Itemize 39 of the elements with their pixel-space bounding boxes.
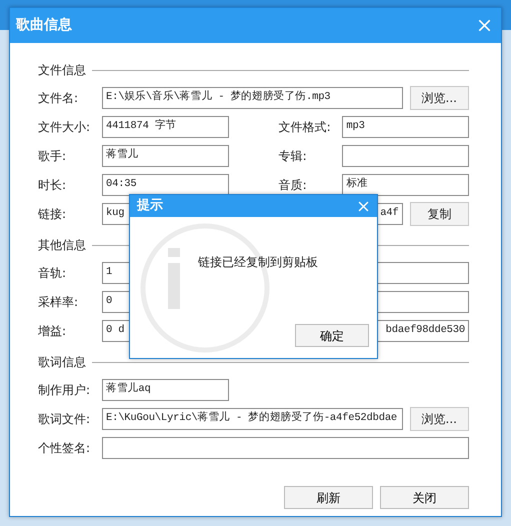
input-field[interactable] bbox=[342, 144, 469, 166]
field-label: 文件大小: bbox=[38, 118, 92, 136]
field-label: 制作用户: bbox=[38, 382, 92, 398]
field-label: 链接: bbox=[38, 206, 68, 222]
field-label: 增益: bbox=[38, 322, 68, 340]
info-icon bbox=[140, 223, 270, 353]
field-label: 音质: bbox=[278, 176, 308, 194]
field-label: 专辑: bbox=[278, 148, 308, 164]
close-icon[interactable] bbox=[478, 19, 491, 32]
dialog-title: 提示 bbox=[137, 197, 163, 216]
close-icon[interactable] bbox=[358, 200, 369, 212]
section-heading: 其他信息 bbox=[38, 237, 86, 254]
input-field[interactable]: 4411874 字节 bbox=[102, 116, 229, 138]
dialog-button[interactable]: 关闭 bbox=[380, 486, 469, 509]
section-heading: 歌词信息 bbox=[38, 354, 86, 371]
input-field[interactable]: 蒋雪儿aq bbox=[102, 378, 229, 400]
input-field[interactable]: 04:35 bbox=[102, 174, 229, 196]
field-label: 歌手: bbox=[38, 148, 68, 164]
browse-button[interactable]: 浏览... bbox=[410, 86, 469, 110]
field-label: 文件格式: bbox=[278, 118, 332, 136]
input-field[interactable]: mp3 bbox=[342, 116, 469, 138]
field-label: 文件名: bbox=[38, 90, 80, 106]
input-field[interactable]: E:\KuGou\Lyric\蒋雪儿 - 梦的翅膀受了伤-a4fe52dbdae bbox=[102, 408, 402, 430]
field-label: 音轨: bbox=[38, 264, 68, 282]
input-field[interactable] bbox=[102, 436, 469, 458]
input-field[interactable]: 蒋雪儿 bbox=[102, 144, 229, 166]
copy-button[interactable]: 复制 bbox=[410, 202, 469, 226]
field-label: 个性签名: bbox=[38, 440, 92, 456]
input-field[interactable]: E:\娱乐\音乐\蒋雪儿 - 梦的翅膀受了伤.mp3 bbox=[102, 86, 402, 108]
ok-button[interactable]: 确定 bbox=[295, 324, 369, 347]
browse-button[interactable]: 浏览... bbox=[410, 406, 469, 430]
dialog-button[interactable]: 刷新 bbox=[284, 486, 373, 509]
section-heading: 文件信息 bbox=[38, 62, 86, 79]
field-label: 采样率: bbox=[38, 294, 80, 310]
field-label: 时长: bbox=[38, 176, 68, 194]
message-text: 链接已经复制到剪贴板 bbox=[198, 254, 318, 271]
field-label: 歌词文件: bbox=[38, 410, 92, 428]
input-field[interactable]: 标准 bbox=[342, 174, 469, 196]
window-title: 歌曲信息 bbox=[16, 16, 72, 35]
